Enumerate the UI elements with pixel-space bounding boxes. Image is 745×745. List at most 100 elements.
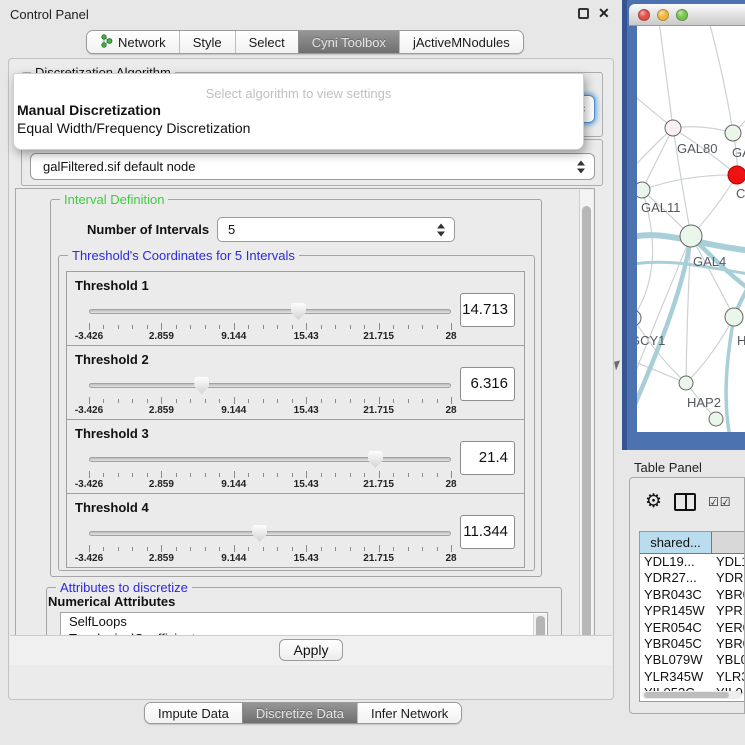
threshold-value-field[interactable]: 6.316 [460,367,515,401]
tab-label: jActiveMNodules [413,35,510,50]
algorithm-option-manual-discretization[interactable]: Manual Discretization [14,101,583,119]
scale-label: -3.426 [75,479,103,490]
threshold-value-field[interactable]: 11.344 [460,515,515,549]
tab-select[interactable]: Select [235,31,298,53]
mode-tab-infer-network[interactable]: Infer Network [357,703,461,723]
tab-label: Cyni Toolbox [312,35,386,50]
apply-strip: Apply [10,635,612,665]
tab-jactivemnodules[interactable]: jActiveMNodules [399,31,523,53]
scale-label: 2.859 [149,553,174,564]
scale-label: -3.426 [75,405,103,416]
table-row[interactable]: YPR145WYPR1 [640,603,744,619]
threshold-value-field[interactable]: 21.4 [460,441,515,475]
slider-thumb[interactable] [194,377,209,394]
slider-scale-labels: -3.4262.8599.14415.4321.71528 [89,553,451,565]
attribute-item-selfloops[interactable]: SelfLoops [61,613,547,630]
threshold-slider-3[interactable]: -3.4262.8599.14415.4321.71528 [89,448,451,490]
table-cell: YBR045C [640,636,712,652]
slider-thumb[interactable] [368,451,383,468]
algorithm-placeholder-item[interactable]: Select algorithm to view settings [14,86,583,101]
screen: Control Panel ✕ NetworkStyleSelect Cyni T… [0,0,745,745]
threshold-label: Threshold 4 [75,500,149,515]
table-row[interactable]: YBR045CYBR0 [640,636,744,652]
network-canvas[interactable]: GAL80GACGAL11GAL4GCY1HHAP2 [637,26,745,432]
network-edge [659,26,673,128]
column-header-n[interactable]: n [712,532,744,553]
float-window-icon[interactable] [578,8,589,19]
threshold-slider-4[interactable]: -3.4262.8599.14415.4321.71528 [89,522,451,564]
panel-vertical-scrollbar[interactable] [579,190,593,665]
scale-label: 9.144 [221,479,246,490]
threshold-slider-2[interactable]: -3.4262.8599.14415.4321.71528 [89,374,451,416]
table-row[interactable]: YBL079WYBL0 [640,652,744,668]
mode-tab-discretize-data[interactable]: Discretize Data [242,703,357,723]
table-cell: YER0 [712,620,744,636]
network-graph: GAL80GACGAL11GAL4GCY1HHAP2 [637,26,745,432]
network-edge [642,175,737,190]
gcy1-node[interactable] [637,310,641,326]
close-icon[interactable]: ✕ [598,5,610,22]
table-data-combobox[interactable]: galFiltered.sif default node [30,153,595,180]
table-panel-title: Table Panel [634,460,702,475]
spinner-arrows-icon [437,223,445,236]
table-header-row: shared...n [640,532,744,554]
table-cell: YPR1 [712,603,744,619]
scale-label: 15.43 [294,405,319,416]
table-row[interactable]: YDL19...YDL1 [640,554,744,570]
table-row[interactable]: YLR345WYLR3 [640,669,744,685]
close-light-icon[interactable] [638,9,650,21]
apply-button[interactable]: Apply [279,639,343,661]
red-node[interactable] [728,166,745,184]
slider-thumb[interactable] [291,303,306,320]
slider-scale-labels: -3.4262.8599.14415.4321.71528 [89,479,451,491]
top-right-node[interactable] [725,125,741,141]
scale-label: 9.144 [221,331,246,342]
table-horizontal-scrollbar[interactable] [642,691,742,699]
h-node[interactable] [725,308,743,326]
node-label-h: H [737,333,745,348]
slider-ticks [89,545,451,553]
hap2-node[interactable] [679,376,693,390]
table-cell: YLR345W [640,669,712,685]
threshold-value-field[interactable]: 14.713 [460,293,515,327]
scale-label: 15.43 [294,479,319,490]
node-label-c: C [736,186,745,201]
network-edge [709,26,733,133]
tab-style[interactable]: Style [179,31,235,53]
slider-thumb[interactable] [252,525,267,542]
bottom-node[interactable] [709,412,723,426]
node-label-gal80: GAL80 [677,141,717,156]
zoom-light-icon[interactable] [676,9,688,21]
scale-label: -3.426 [75,553,103,564]
scale-label: 28 [445,405,456,416]
table-row[interactable]: YBR043CYBR0 [640,587,744,603]
mode-tab-label: Impute Data [158,706,229,721]
gal80-node[interactable] [665,120,681,136]
column-header-shared[interactable]: shared... [640,532,712,553]
gal4-node[interactable] [680,225,702,247]
minimize-light-icon[interactable] [657,9,669,21]
column-layout-icon[interactable] [674,493,696,511]
scale-label: 2.859 [149,331,174,342]
control-panel-titlebar: Control Panel ✕ [0,0,620,28]
network-icon [100,34,113,51]
mode-tab-impute-data[interactable]: Impute Data [145,703,242,723]
node-label-gal11: GAL11 [641,200,681,215]
settings-gear-icon[interactable]: ⚙ [645,492,662,511]
table-row[interactable]: YER054CYER0 [640,620,744,636]
gal11-node[interactable] [637,182,650,198]
table-cell: YLR3 [712,669,744,685]
scale-label: 28 [445,479,456,490]
table-row[interactable]: YDR27...YDR2 [640,570,744,586]
network-window-titlebar[interactable] [629,4,745,26]
select-columns-icon[interactable]: ☑☑ [708,495,732,509]
threshold-slider-1[interactable]: -3.4262.8599.14415.4321.71528 [89,300,451,342]
number-of-intervals-spinner[interactable]: 5 [217,217,455,242]
threshold-panel-2: Threshold 2-3.4262.8599.14415.4321.71528… [66,345,525,420]
tab-cyni-toolbox[interactable]: Cyni Toolbox [298,31,399,53]
algorithm-option-equal-width-frequency-discretization[interactable]: Equal Width/Frequency Discretization [14,119,583,137]
scale-label: 28 [445,553,456,564]
network-window: GAL80GACGAL11GAL4GCY1HHAP2 [622,0,745,450]
scale-label: 15.43 [294,553,319,564]
tab-network[interactable]: Network [87,31,179,53]
